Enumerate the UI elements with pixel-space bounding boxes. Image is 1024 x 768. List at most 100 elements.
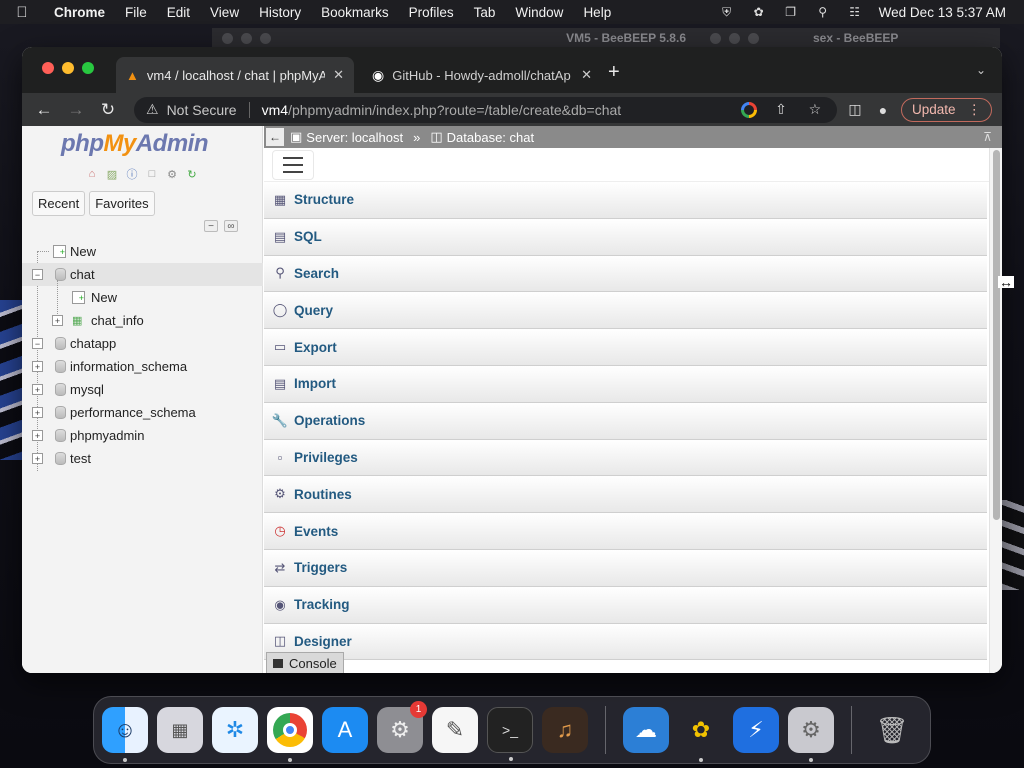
expand-icon[interactable]: + [32, 361, 43, 372]
menu-history[interactable]: History [249, 5, 311, 20]
scrollbar-thumb[interactable] [993, 150, 1000, 520]
beebeep-icon[interactable]: ✿ [678, 707, 724, 762]
tree-item-test[interactable]: + test [22, 447, 263, 470]
tree-label[interactable]: test [70, 451, 91, 466]
collapse-all-icon[interactable]: − [204, 220, 218, 232]
url-text[interactable]: vm4/phpmyadmin/index.php?route=/table/cr… [262, 102, 622, 118]
tree-item-chat-info[interactable]: + ▦ chat_info [22, 309, 263, 332]
tree-item-performance-schema[interactable]: + performance_schema [22, 401, 263, 424]
phpmyadmin-logo[interactable]: phpMyAdmin [61, 130, 209, 158]
tree-label[interactable]: chat [70, 267, 95, 282]
tree-label[interactable]: performance_schema [70, 405, 196, 420]
tree-item-chat-new-table[interactable]: + New [22, 280, 263, 326]
menu-events[interactable]: ◷ Events [264, 513, 987, 550]
app-store-icon[interactable]: A [322, 707, 368, 753]
breadcrumb-server[interactable]: ▣ Server: localhost [290, 129, 403, 145]
system-preferences-icon[interactable]: ⚙ 1 [377, 701, 427, 753]
tab-github[interactable]: ◉ GitHub - Howdy-admoll/chatAp ✕ [362, 57, 602, 93]
chrome-icon[interactable] [267, 707, 313, 762]
back-icon[interactable]: ← [32, 100, 56, 120]
breadcrumb-database[interactable]: ◫ Database: chat [430, 129, 534, 145]
tree-label[interactable]: chat_info [91, 313, 144, 328]
background-window[interactable]: sex - BeeBEEP [700, 28, 1000, 48]
settings-icon[interactable]: ⚙ [788, 707, 834, 762]
menu-import[interactable]: ▤ Import [264, 365, 987, 403]
tree-item-chat[interactable]: − chat [22, 263, 263, 286]
menu-routines[interactable]: ⚙ Routines [264, 476, 987, 514]
menu-file[interactable]: File [115, 5, 157, 20]
garageband-icon[interactable]: ♫ [542, 707, 588, 753]
menu-triggers[interactable]: ⇄ Triggers [264, 549, 987, 587]
help-icon[interactable]: ⓘ [124, 166, 140, 182]
vpn-shield-icon[interactable]: ⚡ [733, 707, 779, 753]
console-button[interactable]: Console [266, 652, 344, 673]
tree-label[interactable]: information_schema [70, 359, 187, 374]
menu-app-name[interactable]: Chrome [44, 5, 115, 20]
side-panel-icon[interactable]: ◫ [845, 101, 865, 118]
close-window-button[interactable] [42, 62, 54, 74]
bookmark-star-icon[interactable]: ☆ [805, 101, 825, 118]
favorites-button[interactable]: Favorites [89, 191, 155, 216]
menu-search[interactable]: ⚲ Search [264, 255, 987, 293]
warning-icon[interactable]: ⚠ [146, 101, 159, 118]
screen-mirroring-icon[interactable]: ❐ [783, 5, 799, 19]
launchpad-icon[interactable]: ▦ [157, 707, 203, 753]
tree-label[interactable]: phpmyadmin [70, 428, 144, 443]
hamburger-menu-button[interactable] [272, 150, 314, 180]
tab-phpmyadmin[interactable]: ▲ vm4 / localhost / chat | phpMyA ✕ [116, 57, 354, 93]
minimize-window-button[interactable] [62, 62, 74, 74]
zoom-window-button[interactable] [82, 62, 94, 74]
scroll-top-icon[interactable]: ⊼ [983, 130, 992, 144]
refresh-icon[interactable]: ↻ [184, 166, 200, 182]
search-icon[interactable]: ⚲ [815, 5, 831, 19]
chevron-down-icon[interactable]: ⌄ [976, 63, 986, 77]
collapse-icon[interactable]: − [32, 338, 43, 349]
expand-icon[interactable]: + [52, 315, 63, 326]
google-icon[interactable] [740, 101, 757, 118]
more-menu-icon[interactable]: ⋮ [968, 102, 982, 118]
menu-query[interactable]: ◯ Query [264, 292, 987, 330]
tree-item-phpmyadmin[interactable]: + phpmyadmin [22, 424, 263, 447]
update-button[interactable]: Update ⋮ [900, 97, 992, 122]
logout-icon[interactable]: ▨ [104, 166, 120, 182]
recent-button[interactable]: Recent [32, 191, 86, 216]
forward-icon[interactable]: → [64, 100, 88, 120]
menubar-clock[interactable]: Wed Dec 13 5:37 AM [879, 5, 1006, 20]
gear-icon[interactable]: ⚙ [164, 166, 180, 182]
expand-icon[interactable]: + [32, 384, 43, 395]
expand-icon[interactable]: + [32, 453, 43, 464]
reload-icon[interactable]: ↻ [96, 100, 120, 120]
menu-tab[interactable]: Tab [464, 5, 506, 20]
menu-help[interactable]: Help [573, 5, 621, 20]
profile-icon[interactable]: ● [873, 102, 893, 118]
vpn-shield-icon[interactable]: ⛨ [719, 5, 735, 19]
menu-operations[interactable]: 🔧 Operations [264, 402, 987, 440]
close-tab-icon[interactable]: ✕ [581, 67, 592, 83]
menu-structure[interactable]: ▦ Structure [264, 182, 987, 219]
collapse-icon[interactable]: − [32, 269, 43, 280]
control-center-icon[interactable]: ☷ [847, 5, 863, 19]
share-icon[interactable]: ⇧ [771, 101, 791, 118]
address-bar[interactable]: ⚠ Not Secure vm4/phpmyadmin/index.php?ro… [134, 96, 837, 123]
safari-icon[interactable]: ✲ [212, 707, 258, 753]
bee-icon[interactable]: ✿ [751, 5, 767, 19]
link-with-main-icon[interactable]: ∞ [224, 220, 238, 232]
menu-privileges[interactable]: ▫ Privileges [264, 439, 987, 477]
docs-icon[interactable]: □ [144, 166, 160, 182]
menu-bookmarks[interactable]: Bookmarks [311, 5, 399, 20]
menu-export[interactable]: ▭ Export [264, 329, 987, 366]
new-tab-icon[interactable]: + [608, 61, 620, 84]
menu-tracking[interactable]: ◉ Tracking [264, 586, 987, 624]
finder-icon[interactable]: ☺ [102, 707, 148, 762]
menu-edit[interactable]: Edit [157, 5, 200, 20]
terminal-icon[interactable]: >_ [487, 707, 533, 761]
tree-item-new[interactable]: + New [22, 240, 263, 263]
security-label[interactable]: Not Secure [167, 102, 237, 118]
tree-item-chatapp[interactable]: − chatapp [22, 332, 263, 355]
weather-icon[interactable]: ☁ [623, 707, 669, 753]
tree-label[interactable]: New [91, 290, 117, 305]
menu-window[interactable]: Window [505, 5, 573, 20]
expand-icon[interactable]: + [32, 430, 43, 441]
apple-menu-icon[interactable]:  [0, 4, 44, 21]
trash-icon[interactable]: 🗑 [869, 707, 915, 753]
